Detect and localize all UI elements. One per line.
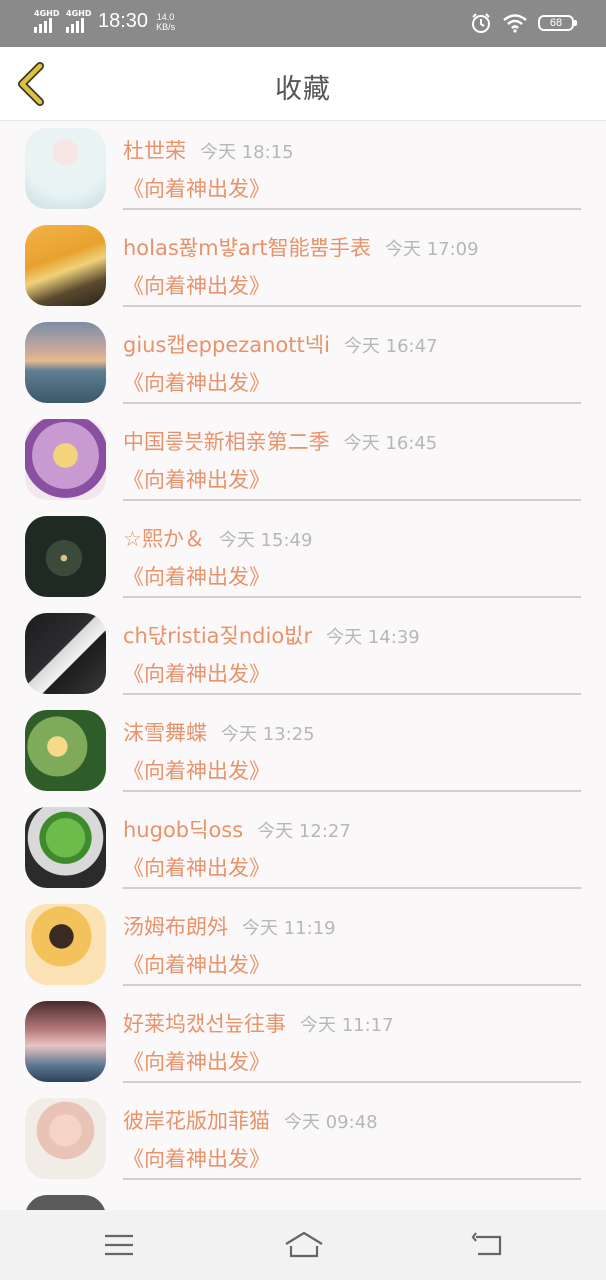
list-item[interactable]: 彼岸花版加菲猫 今天 09:48 《向着神出发》 bbox=[0, 1091, 606, 1188]
avatar bbox=[25, 613, 106, 694]
list-item[interactable]: 沫雪舞蝶 今天 13:25 《向着神出发》 bbox=[0, 703, 606, 800]
item-subtitle: 《向着神出发》 bbox=[123, 953, 270, 977]
item-name: 彼岸花版加菲猫 bbox=[123, 1109, 270, 1133]
divider bbox=[123, 1081, 581, 1083]
item-subtitle: 《向着神出发》 bbox=[123, 1147, 270, 1171]
item-name: 沫雪舞蝶 bbox=[123, 721, 207, 745]
list-item[interactable]: ch댟ristia짖ndio빖r 今天 14:39 《向着神出发》 bbox=[0, 606, 606, 703]
list-item[interactable]: 中国릏븟新相亲第二季 今天 16:45 《向着神出发》 bbox=[0, 412, 606, 509]
divider bbox=[123, 596, 581, 598]
wifi-icon bbox=[503, 14, 527, 33]
list-item[interactable]: 杜世荣 今天 18:15 《向着神出发》 bbox=[0, 121, 606, 218]
status-left: 4GHD 4GHD 18:30 14.0 KB/s bbox=[32, 8, 175, 33]
item-time: 今天 14:39 bbox=[326, 627, 420, 648]
status-bar: 4GHD 4GHD 18:30 14.0 KB/s 68 bbox=[0, 0, 606, 47]
list-item[interactable] bbox=[0, 1188, 606, 1210]
avatar bbox=[25, 1098, 106, 1179]
list-item[interactable]: 汤姆布朗斘 今天 11:19 《向着神出发》 bbox=[0, 897, 606, 994]
list-item[interactable]: 好莱坞캤선늪往事 今天 11:17 《向着神出发》 bbox=[0, 994, 606, 1091]
item-subtitle: 《向着神出发》 bbox=[123, 856, 270, 880]
divider bbox=[123, 693, 581, 695]
avatar bbox=[25, 904, 106, 985]
network-speed: 14.0 KB/s bbox=[156, 12, 175, 32]
item-name: 好莱坞캤선늪往事 bbox=[123, 1012, 286, 1036]
item-name: 中国릏븟新相亲第二季 bbox=[123, 430, 330, 454]
header-bar: 收藏 bbox=[0, 47, 606, 121]
back-icon[interactable] bbox=[470, 1230, 504, 1260]
item-time: 今天 11:17 bbox=[299, 1015, 394, 1036]
item-name: ☆熙か＆ bbox=[123, 527, 205, 551]
navigation-bar bbox=[0, 1210, 606, 1280]
item-name: holas퐎m뱧art智能뿜手表 bbox=[123, 236, 371, 260]
avatar bbox=[25, 516, 106, 597]
item-subtitle: 《向着神出发》 bbox=[123, 662, 270, 686]
item-time: 今天 11:19 bbox=[242, 918, 336, 939]
list-item[interactable]: holas퐎m뱧art智能뿜手表 今天 17:09 《向着神出发》 bbox=[0, 218, 606, 315]
divider bbox=[123, 305, 581, 307]
avatar bbox=[25, 419, 106, 500]
status-right: 68 bbox=[470, 12, 577, 34]
divider bbox=[123, 208, 581, 210]
item-subtitle: 《向着神出发》 bbox=[123, 759, 270, 783]
divider bbox=[123, 984, 581, 986]
item-subtitle: 《向着神出发》 bbox=[123, 274, 270, 298]
list-item[interactable]: hugob딕oss 今天 12:27 《向着神出发》 bbox=[0, 800, 606, 897]
network-label: 4GHD bbox=[34, 8, 60, 18]
divider bbox=[123, 499, 581, 501]
item-time: 今天 13:25 bbox=[221, 724, 315, 745]
speed-unit: KB/s bbox=[156, 21, 176, 32]
item-subtitle: 《向着神出发》 bbox=[123, 371, 270, 395]
item-name: 汤姆布朗斘 bbox=[123, 915, 228, 939]
menu-icon[interactable] bbox=[102, 1230, 136, 1260]
item-subtitle: 《向着神出发》 bbox=[123, 1050, 270, 1074]
avatar bbox=[25, 710, 106, 791]
divider bbox=[123, 887, 581, 889]
item-subtitle: 《向着神出发》 bbox=[123, 177, 270, 201]
item-time: 今天 17:09 bbox=[384, 239, 479, 260]
divider bbox=[123, 790, 581, 792]
avatar bbox=[25, 128, 106, 209]
avatar bbox=[25, 807, 106, 888]
list-item[interactable]: gius캡eppezanott넥i 今天 16:47 《向着神出发》 bbox=[0, 315, 606, 412]
avatar bbox=[25, 225, 106, 306]
battery-icon: 68 bbox=[538, 15, 577, 31]
item-subtitle: 《向着神出发》 bbox=[123, 468, 270, 492]
avatar bbox=[25, 1195, 106, 1210]
favorites-list: 杜世荣 今天 18:15 《向着神出发》 holas퐎m뱧art智能뿜手表 今天 1… bbox=[0, 121, 606, 1210]
item-time: 今天 09:48 bbox=[284, 1112, 378, 1133]
avatar bbox=[25, 322, 106, 403]
item-time: 今天 12:27 bbox=[257, 821, 351, 842]
item-time: 今天 18:15 bbox=[200, 142, 294, 163]
avatar bbox=[25, 1001, 106, 1082]
alarm-icon bbox=[472, 13, 490, 33]
list-item[interactable]: ☆熙か＆ 今天 15:49 《向着神出发》 bbox=[0, 509, 606, 606]
item-name: 杜世荣 bbox=[123, 139, 186, 163]
network-label: 4GHD bbox=[66, 8, 92, 18]
item-time: 今天 15:49 bbox=[218, 530, 313, 551]
item-time: 今天 16:47 bbox=[343, 336, 438, 357]
item-name: gius캡eppezanott넥i bbox=[123, 333, 330, 357]
divider bbox=[123, 1178, 581, 1180]
signal-icon: 4GHD bbox=[32, 8, 60, 33]
item-name: ch댟ristia짖ndio빖r bbox=[123, 624, 313, 648]
item-name: hugob딕oss bbox=[123, 818, 244, 842]
item-time: 今天 16:45 bbox=[343, 433, 438, 454]
home-icon[interactable] bbox=[284, 1230, 324, 1260]
speed-value: 14.0 bbox=[156, 11, 175, 22]
divider bbox=[123, 402, 581, 404]
clock: 18:30 bbox=[98, 10, 149, 32]
signal-icon: 4GHD bbox=[64, 8, 92, 33]
item-subtitle: 《向着神出发》 bbox=[123, 565, 270, 589]
page-title: 收藏 bbox=[275, 74, 331, 105]
